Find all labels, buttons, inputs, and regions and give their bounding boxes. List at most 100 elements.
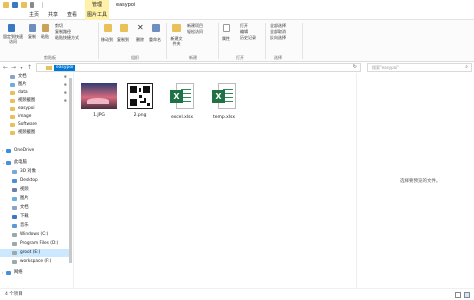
back-arrow-icon[interactable]: ← — [2, 63, 9, 72]
new-item-button[interactable]: 新建项目 — [187, 23, 203, 28]
search-icon: ⌕ — [465, 64, 468, 70]
delete-button[interactable]: 删除 — [136, 37, 144, 42]
tab-home[interactable]: 主页 — [27, 11, 41, 20]
quick-access-dropdown-icon[interactable] — [30, 2, 34, 8]
file-item[interactable]: X temp.xlsx — [204, 83, 244, 121]
sidebar-item-network[interactable]: › 网络 — [0, 269, 70, 277]
refresh-icon[interactable]: ↻ — [353, 64, 357, 71]
sidebar-item-3d-objects[interactable]: 3D 对象 — [0, 168, 70, 176]
select-all-button[interactable]: 全部选择 — [270, 23, 286, 28]
search-placeholder: 搜索"easypoi" — [372, 65, 400, 70]
group-separator — [166, 23, 167, 59]
sidebar-item-documents[interactable]: 文档 — [0, 204, 70, 212]
new-folder-icon — [172, 24, 181, 32]
copy-button[interactable]: 复制 — [28, 34, 36, 39]
sidebar-item-label: 视频截图 — [18, 130, 36, 135]
move-to-button[interactable]: 移动到 — [101, 37, 113, 42]
sidebar-item-screenshots[interactable]: 视频截图 — [0, 129, 70, 137]
details-view-icon[interactable] — [455, 292, 461, 298]
large-icons-view-icon[interactable] — [464, 292, 470, 298]
forward-arrow-icon[interactable]: → — [10, 63, 17, 72]
properties-quick-icon[interactable] — [12, 2, 18, 8]
sidebar-item-software[interactable]: Software — [0, 121, 70, 129]
file-item[interactable]: 1.JPG — [79, 83, 119, 119]
folder-icon — [10, 107, 15, 111]
group-separator — [98, 23, 99, 59]
sidebar-item-label: image — [18, 114, 32, 119]
sidebar-item-this-pc[interactable]: ⌄ 此电脑 — [0, 159, 70, 167]
manage-context-tab[interactable]: 管理 — [85, 0, 109, 11]
group-separator — [265, 23, 266, 59]
ribbon: 固定到快速访问 复制 粘贴 剪切 复制路径 粘贴快捷方式 剪贴板 移动到 复制到… — [0, 20, 474, 62]
preview-message: 选择要预览的文件。 — [400, 179, 441, 184]
chevron-down-icon[interactable]: ⌄ — [2, 159, 5, 167]
new-folder-quick-icon[interactable] — [21, 2, 27, 8]
chevron-right-icon[interactable]: › — [2, 147, 4, 155]
sidebar-item-image[interactable]: image — [0, 113, 70, 121]
sidebar-item-onedrive[interactable]: › OneDrive — [0, 147, 70, 155]
sidebar-item-label: 音乐 — [20, 223, 29, 228]
up-arrow-icon[interactable]: ↑ — [26, 63, 33, 72]
sidebar-item-videos[interactable]: 视频 — [0, 186, 70, 194]
image-thumbnail — [81, 83, 117, 109]
preview-pane-divider[interactable] — [356, 73, 357, 288]
sidebar-item-pictures-pinned[interactable]: 图片 ✱ — [0, 81, 70, 89]
file-list: 1.JPG 2.png X excel.xlsx X temp.xlsx 选择要… — [75, 73, 474, 288]
properties-button[interactable]: 属性 — [222, 36, 230, 41]
history-button[interactable]: 历史记录 — [240, 35, 256, 40]
sidebar-item-downloads[interactable]: 下载 — [0, 213, 70, 221]
copy-to-button[interactable]: 复制到 — [117, 37, 129, 42]
group-separator — [218, 23, 219, 59]
open-group-label: 打开 — [236, 55, 244, 60]
organize-group-label: 组织 — [131, 55, 139, 60]
sidebar-item-drive-f[interactable]: workspace (F:) — [0, 258, 70, 266]
rename-button[interactable]: 重命名 — [149, 37, 161, 42]
group-separator — [302, 23, 303, 59]
onedrive-cloud-icon — [6, 149, 11, 153]
easy-access-button[interactable]: 轻松访问 — [187, 29, 203, 34]
ribbon-tabs: 文件 主页 共享 查看 图片工具 — [0, 11, 474, 30]
sidebar-item-screenshots-pinned[interactable]: 视频截图 ✱ — [0, 97, 70, 105]
file-name: 1.JPG — [93, 113, 105, 118]
sidebar-item-documents-pinned[interactable]: 文档 ✱ — [0, 73, 70, 81]
sidebar-item-desktop[interactable]: Desktop — [0, 177, 70, 185]
pin-quick-access-button[interactable]: 固定到快速访问 — [2, 34, 24, 44]
file-item[interactable]: 2.png — [120, 83, 160, 119]
copy-path-button[interactable]: 复制路径 — [55, 29, 71, 34]
tab-picture-tools[interactable]: 图片工具 — [85, 11, 109, 20]
desktop-icon — [12, 179, 17, 183]
folder-icon — [10, 99, 15, 103]
computer-icon — [6, 161, 11, 165]
new-folder-button[interactable]: 新建文件夹 — [169, 36, 184, 46]
sidebar-item-label: data — [18, 90, 28, 95]
file-name: 2.png — [133, 113, 147, 118]
paste-button[interactable]: 粘贴 — [41, 34, 49, 39]
tab-view[interactable]: 查看 — [65, 11, 79, 20]
tab-share[interactable]: 共享 — [46, 11, 60, 20]
chevron-right-icon[interactable]: › — [2, 269, 4, 277]
sidebar-item-drive-d[interactable]: Program Files (D:) — [0, 240, 70, 248]
address-bar: ← → ▾ ↑ easypoi ↻ 搜索"easypoi" ⌕ — [0, 62, 474, 73]
sidebar-item-label: Software — [18, 122, 37, 127]
sidebar-item-drive-c[interactable]: Windows (C:) — [0, 231, 70, 239]
sidebar-item-music[interactable]: 音乐 — [0, 222, 70, 230]
paste-shortcut-button[interactable]: 粘贴快捷方式 — [55, 35, 79, 40]
sidebar-item-data[interactable]: data ✱ — [0, 89, 70, 97]
address-path[interactable]: easypoi — [54, 65, 76, 71]
sidebar-item-easypoi[interactable]: easypoi — [0, 105, 70, 113]
edit-button[interactable]: 编辑 — [240, 29, 248, 34]
cut-button[interactable]: 剪切 — [55, 23, 63, 28]
folder-icon — [10, 123, 15, 127]
address-field[interactable]: easypoi ↻ — [36, 63, 361, 72]
sidebar-scrollbar[interactable] — [69, 78, 72, 263]
search-input[interactable]: 搜索"easypoi" ⌕ — [367, 63, 472, 72]
invert-selection-button[interactable]: 反向选择 — [270, 35, 286, 40]
sidebar-item-label: 3D 对象 — [20, 169, 37, 174]
sidebar-item-drive-e[interactable]: groot (E:) — [0, 249, 70, 257]
recent-locations-icon[interactable]: ▾ — [18, 63, 25, 72]
file-item[interactable]: X excel.xlsx — [162, 83, 202, 121]
drive-icon — [12, 242, 17, 246]
open-button[interactable]: 打开 — [240, 23, 248, 28]
sidebar-item-pictures[interactable]: 图片 — [0, 195, 70, 203]
select-none-button[interactable]: 全部取消 — [270, 29, 286, 34]
